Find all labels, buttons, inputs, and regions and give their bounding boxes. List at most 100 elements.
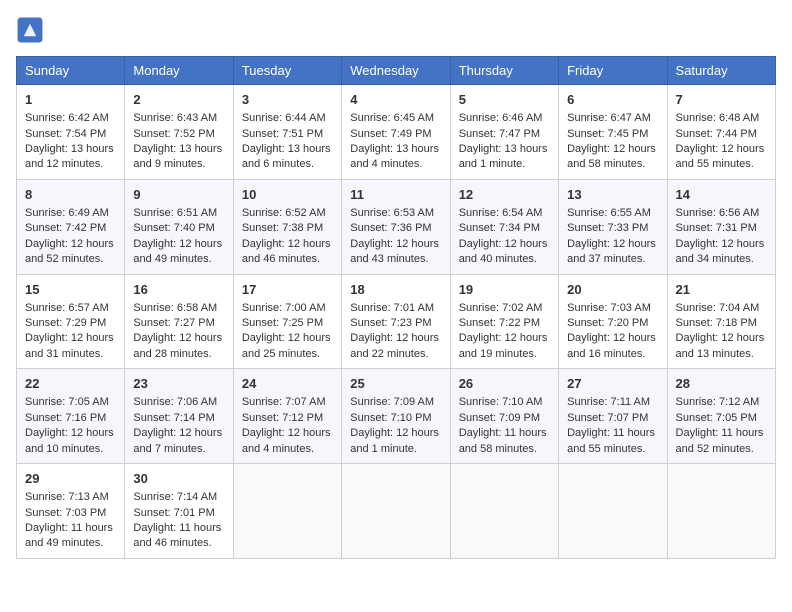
cell-info-line: and 4 minutes. [242,442,333,457]
cell-info-line: and 4 minutes. [350,157,441,172]
calendar-cell: 13Sunrise: 6:55 AMSunset: 7:33 PMDayligh… [559,179,667,274]
cell-info-line: Daylight: 12 hours [350,426,441,441]
calendar-cell: 24Sunrise: 7:07 AMSunset: 7:12 PMDayligh… [233,369,341,464]
day-number: 21 [676,281,767,299]
cell-info-line: Sunset: 7:03 PM [25,506,116,521]
cell-info-line: Sunrise: 6:51 AM [133,206,224,221]
cell-info-line: and 52 minutes. [676,442,767,457]
cell-info-line: Sunrise: 6:45 AM [350,111,441,126]
cell-info-line: and 10 minutes. [25,442,116,457]
calendar-cell: 28Sunrise: 7:12 AMSunset: 7:05 PMDayligh… [667,369,775,464]
cell-info-line: Sunrise: 7:10 AM [459,395,550,410]
cell-info-line: Sunset: 7:23 PM [350,316,441,331]
cell-info-line: Sunset: 7:16 PM [25,411,116,426]
cell-info-line: and 31 minutes. [25,347,116,362]
column-header-friday: Friday [559,57,667,85]
day-number: 28 [676,375,767,393]
cell-info-line: Sunrise: 7:13 AM [25,490,116,505]
cell-info-line: Sunset: 7:45 PM [567,127,658,142]
calendar-cell: 19Sunrise: 7:02 AMSunset: 7:22 PMDayligh… [450,274,558,369]
cell-info-line: Sunrise: 7:00 AM [242,301,333,316]
cell-info-line: and 55 minutes. [676,157,767,172]
calendar-cell [233,464,341,559]
day-number: 3 [242,91,333,109]
cell-info-line: Sunset: 7:31 PM [676,221,767,236]
cell-info-line: Sunrise: 6:48 AM [676,111,767,126]
cell-info-line: Sunrise: 7:05 AM [25,395,116,410]
day-number: 24 [242,375,333,393]
cell-info-line: Daylight: 11 hours [676,426,767,441]
cell-info-line: Daylight: 12 hours [676,331,767,346]
cell-info-line: and 19 minutes. [459,347,550,362]
cell-info-line: Daylight: 12 hours [242,237,333,252]
day-number: 7 [676,91,767,109]
cell-info-line: Sunrise: 6:47 AM [567,111,658,126]
day-number: 14 [676,186,767,204]
cell-info-line: Sunset: 7:09 PM [459,411,550,426]
cell-info-line: Sunrise: 6:42 AM [25,111,116,126]
day-number: 18 [350,281,441,299]
cell-info-line: Daylight: 12 hours [676,237,767,252]
cell-info-line: Sunrise: 6:56 AM [676,206,767,221]
cell-info-line: Daylight: 13 hours [25,142,116,157]
logo [16,16,48,44]
calendar-cell: 11Sunrise: 6:53 AMSunset: 7:36 PMDayligh… [342,179,450,274]
cell-info-line: and 1 minute. [459,157,550,172]
column-header-wednesday: Wednesday [342,57,450,85]
cell-info-line: Sunrise: 6:53 AM [350,206,441,221]
column-header-thursday: Thursday [450,57,558,85]
calendar-cell: 16Sunrise: 6:58 AMSunset: 7:27 PMDayligh… [125,274,233,369]
cell-info-line: Sunrise: 7:14 AM [133,490,224,505]
cell-info-line: Daylight: 12 hours [350,331,441,346]
cell-info-line: and 16 minutes. [567,347,658,362]
calendar-cell: 12Sunrise: 6:54 AMSunset: 7:34 PMDayligh… [450,179,558,274]
cell-info-line: Sunrise: 7:04 AM [676,301,767,316]
cell-info-line: Sunrise: 6:57 AM [25,301,116,316]
day-number: 27 [567,375,658,393]
column-header-tuesday: Tuesday [233,57,341,85]
calendar-week-row: 22Sunrise: 7:05 AMSunset: 7:16 PMDayligh… [17,369,776,464]
calendar-cell: 2Sunrise: 6:43 AMSunset: 7:52 PMDaylight… [125,85,233,180]
cell-info-line: Daylight: 12 hours [25,237,116,252]
cell-info-line: Daylight: 12 hours [459,237,550,252]
column-header-monday: Monday [125,57,233,85]
cell-info-line: Daylight: 12 hours [242,426,333,441]
cell-info-line: Daylight: 11 hours [25,521,116,536]
cell-info-line: and 49 minutes. [133,252,224,267]
calendar-week-row: 29Sunrise: 7:13 AMSunset: 7:03 PMDayligh… [17,464,776,559]
cell-info-line: Sunset: 7:40 PM [133,221,224,236]
calendar-cell: 20Sunrise: 7:03 AMSunset: 7:20 PMDayligh… [559,274,667,369]
cell-info-line: Daylight: 13 hours [242,142,333,157]
cell-info-line: Sunset: 7:42 PM [25,221,116,236]
cell-info-line: and 12 minutes. [25,157,116,172]
calendar-cell: 30Sunrise: 7:14 AMSunset: 7:01 PMDayligh… [125,464,233,559]
day-number: 4 [350,91,441,109]
cell-info-line: Daylight: 13 hours [133,142,224,157]
cell-info-line: Daylight: 12 hours [567,237,658,252]
day-number: 30 [133,470,224,488]
cell-info-line: Daylight: 11 hours [133,521,224,536]
day-number: 15 [25,281,116,299]
cell-info-line: Sunset: 7:20 PM [567,316,658,331]
logo-icon [16,16,44,44]
calendar-cell [342,464,450,559]
cell-info-line: Daylight: 12 hours [25,331,116,346]
cell-info-line: Daylight: 12 hours [133,331,224,346]
cell-info-line: Sunset: 7:47 PM [459,127,550,142]
cell-info-line: Sunset: 7:07 PM [567,411,658,426]
calendar-cell: 21Sunrise: 7:04 AMSunset: 7:18 PMDayligh… [667,274,775,369]
calendar-cell: 26Sunrise: 7:10 AMSunset: 7:09 PMDayligh… [450,369,558,464]
cell-info-line: Daylight: 12 hours [25,426,116,441]
cell-info-line: Daylight: 12 hours [242,331,333,346]
cell-info-line: Sunset: 7:51 PM [242,127,333,142]
day-number: 19 [459,281,550,299]
day-number: 20 [567,281,658,299]
day-number: 22 [25,375,116,393]
cell-info-line: Daylight: 12 hours [133,237,224,252]
calendar-cell: 22 Sunrise: 7:05 AMSunset: 7:16 PMDayligh… [17,369,125,464]
page-header [16,16,776,44]
cell-info-line: Sunset: 7:52 PM [133,127,224,142]
day-number: 26 [459,375,550,393]
cell-info-line: Sunset: 7:29 PM [25,316,116,331]
cell-info-line: and 46 minutes. [133,536,224,551]
